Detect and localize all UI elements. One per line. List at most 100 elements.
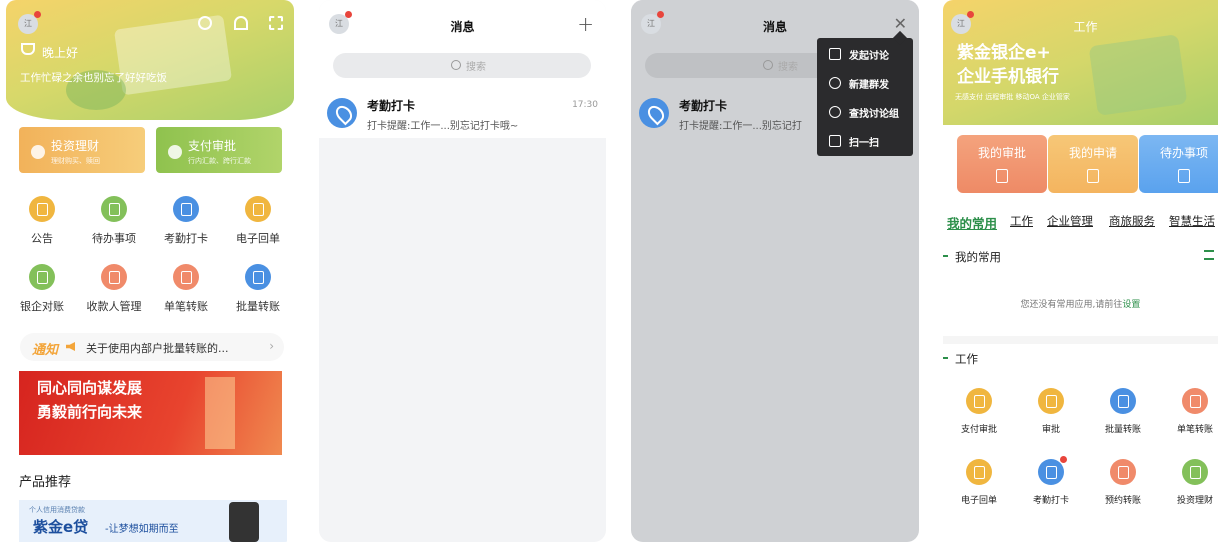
coin-icon	[168, 145, 182, 159]
work-label: 审批	[1041, 425, 1060, 435]
scan-icon	[829, 135, 841, 147]
brand-features: 无感支付 远程审批 移动OA 企业管家	[955, 93, 1070, 101]
group-icon	[829, 77, 841, 89]
speaker-icon	[66, 342, 75, 351]
todo-card[interactable]: 待办事项	[1139, 135, 1218, 193]
quick-title: 投资理财	[51, 139, 100, 153]
work-item-pay-approval[interactable]: 支付审批	[943, 388, 1015, 435]
search-icon	[451, 60, 461, 70]
banner-line-1: 同心同向谋发展	[37, 379, 143, 397]
search-input[interactable]: 搜索	[333, 53, 591, 78]
brand-name: 紫金银企e+	[957, 43, 1051, 63]
notification-dot	[345, 11, 352, 18]
work-label: 电子回单	[960, 496, 997, 506]
work-item-attendance[interactable]: 考勤打卡	[1015, 456, 1087, 506]
search-icon	[829, 106, 841, 118]
tab-work[interactable]: 工作	[1010, 213, 1033, 229]
section-title: 产品推荐	[19, 475, 72, 490]
product-card[interactable]: 个人信用消费贷款 紫金e贷 -让梦想如期而至	[19, 500, 287, 542]
section-common: 我的常用	[943, 249, 1001, 265]
chat-name: 考勤打卡	[367, 99, 416, 113]
location-pin-icon	[1038, 456, 1067, 485]
scan-icon[interactable]	[269, 16, 283, 30]
sub-greeting: 工作忙碌之余也别忘了好好吃饭	[20, 72, 167, 84]
menu-label: 查找讨论组	[849, 109, 899, 120]
grid-label: 银企对账	[20, 300, 64, 313]
divider	[943, 336, 1218, 344]
settings-link[interactable]: 设置	[1122, 300, 1140, 310]
coin-icon	[31, 145, 45, 159]
work-item-scheduled-transfer[interactable]: 预约转账	[1087, 459, 1159, 506]
grid-label: 公告	[31, 232, 53, 245]
grid-item-todo[interactable]: 待办事项	[78, 196, 150, 246]
menu-label: 扫一扫	[849, 138, 879, 149]
work-item-investment[interactable]: 投资理财	[1159, 459, 1218, 506]
notification-dot	[34, 11, 41, 18]
grid-item-batch-transfer[interactable]: 批量转账	[222, 264, 294, 314]
tab-travel[interactable]: 商旅服务	[1109, 213, 1155, 229]
approval-icon	[996, 169, 1008, 183]
notice-tag: 通知	[32, 343, 59, 358]
category-tabs: 我的常用 工作 企业管理 商旅服务 智慧生活	[943, 213, 1218, 233]
grid-item-reconcile[interactable]: 银企对账	[6, 264, 78, 314]
popup-menu: 发起讨论 新建群发 查找讨论组 扫一扫	[817, 38, 913, 156]
messages-header: 江 消息 +	[319, 0, 606, 48]
plus-icon[interactable]: +	[577, 12, 594, 36]
tab-enterprise[interactable]: 企业管理	[1047, 213, 1093, 229]
promo-banner[interactable]: 同心同向谋发展 勇毅前行向未来	[19, 371, 282, 455]
chat-item[interactable]: 考勤打卡 打卡提醒:工作一...别忘记打卡哦~ 17:30	[319, 88, 606, 138]
menu-item-scan[interactable]: 扫一扫	[817, 127, 913, 156]
headset-icon[interactable]	[234, 16, 248, 30]
notice-bar[interactable]: 通知 关于使用内部户批量转账的... ›	[20, 333, 284, 361]
menu-label: 新建群发	[849, 80, 889, 91]
quick-sub: 行内汇款、跨行汇款	[188, 157, 251, 165]
quick-title: 支付审批	[188, 139, 237, 153]
batch-transfer-icon	[1110, 388, 1136, 414]
phone-illustration	[229, 502, 259, 542]
work-label: 预约转账	[1104, 496, 1141, 506]
scheduled-transfer-icon	[1110, 459, 1136, 485]
work-item-receipt[interactable]: 电子回单	[943, 459, 1015, 506]
notification-dot	[967, 11, 974, 18]
home-screen: 江 晚上好 工作忙碌之余也别忘了好好吃饭 投资理财 理财购买、赎回 支付审批 行…	[6, 0, 294, 542]
menu-item-start-discussion[interactable]: 发起讨论	[817, 40, 913, 69]
work-item-single-transfer[interactable]: 单笔转账	[1159, 388, 1218, 435]
quick-payment-approval-button[interactable]: 支付审批 行内汇款、跨行汇款	[156, 127, 282, 173]
work-item-approval[interactable]: 审批	[1015, 388, 1087, 435]
grid-item-attendance[interactable]: 考勤打卡	[150, 196, 222, 246]
search-icon[interactable]	[198, 16, 212, 30]
menu-item-new-broadcast[interactable]: 新建群发	[817, 69, 913, 98]
hero-illustration	[1088, 34, 1188, 116]
tab-smart-life[interactable]: 智慧生活	[1169, 213, 1215, 229]
quick-investment-button[interactable]: 投资理财 理财购买、赎回	[19, 127, 145, 173]
screenshots-row: 江 晚上好 工作忙碌之余也别忘了好好吃饭 投资理财 理财购买、赎回 支付审批 行…	[0, 0, 1218, 542]
grid-item-announcement[interactable]: 公告	[6, 196, 78, 246]
my-application-card[interactable]: 我的申请	[1048, 135, 1138, 193]
settings-icon[interactable]	[1204, 250, 1214, 260]
chat-message: 打卡提醒:工作一...别忘记打	[679, 121, 802, 132]
pay-approval-icon	[966, 388, 992, 414]
grid-label: 考勤打卡	[164, 232, 208, 245]
building-illustration	[205, 377, 235, 449]
location-pin-icon	[327, 98, 357, 128]
close-icon[interactable]: ✕	[894, 14, 907, 33]
menu-item-find-group[interactable]: 查找讨论组	[817, 98, 913, 127]
section-work: 工作	[943, 351, 978, 367]
my-approval-card[interactable]: 我的审批	[957, 135, 1047, 193]
card-label: 我的申请	[1068, 146, 1117, 160]
messages-screen: 江 消息 + 搜索 考勤打卡 打卡提醒:工作一...别忘记打卡哦~ 17:30	[319, 0, 606, 542]
grid-label: 电子回单	[236, 232, 280, 245]
grid-item-payee[interactable]: 收款人管理	[78, 264, 150, 314]
chevron-right-icon: ›	[269, 339, 274, 353]
work-item-batch-transfer[interactable]: 批量转账	[1087, 388, 1159, 435]
grid-item-single-transfer[interactable]: 单笔转账	[150, 264, 222, 314]
notification-dot	[657, 11, 664, 18]
chat-message: 打卡提醒:工作一...别忘记打卡哦~	[367, 121, 519, 132]
grid-label: 单笔转账	[164, 300, 208, 313]
avatar[interactable]: 江	[18, 11, 41, 34]
location-pin-icon	[639, 98, 669, 128]
grid-item-receipt[interactable]: 电子回单	[222, 196, 294, 246]
location-pin-icon	[173, 196, 199, 222]
chat-bubble-icon	[829, 48, 841, 60]
tab-common[interactable]: 我的常用	[947, 213, 997, 232]
